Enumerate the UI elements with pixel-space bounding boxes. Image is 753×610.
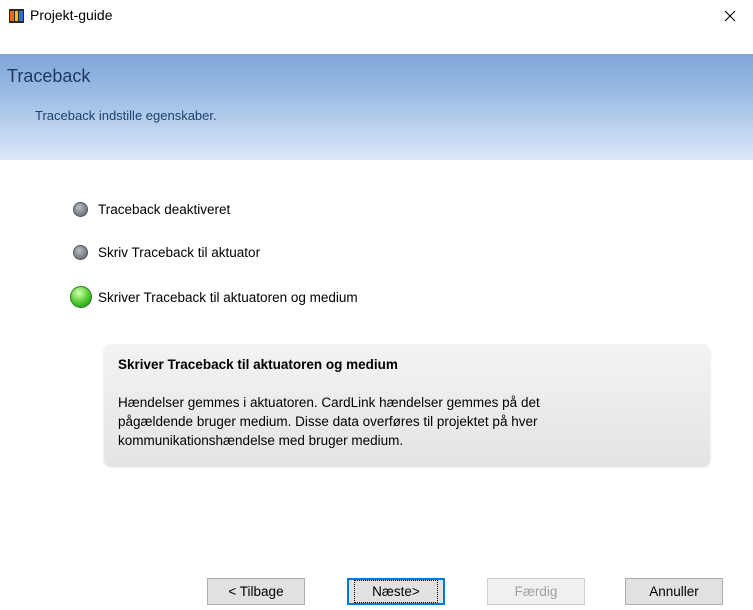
description-text: Hændelser gemmes i aktuatoren. CardLink … xyxy=(118,393,678,450)
back-button-label: < Tilbage xyxy=(228,584,284,599)
next-button-label: Næste> xyxy=(354,580,438,603)
next-button[interactable]: Næste> xyxy=(347,578,445,605)
page-title: Traceback xyxy=(7,66,91,86)
description-line: Hændelser gemmes i aktuatoren. CardLink … xyxy=(118,395,540,410)
description-line: kommunikationshændelse med bruger medium… xyxy=(118,433,404,448)
app-icon xyxy=(9,9,24,23)
option-write-to-actuator[interactable]: Skriv Traceback til aktuator xyxy=(73,245,260,260)
description-title: Skriver Traceback til aktuatoren og medi… xyxy=(118,357,398,372)
description-line: pågældende bruger medium. Disse data ove… xyxy=(118,414,538,429)
description-panel: Skriver Traceback til aktuatoren og medi… xyxy=(104,344,710,466)
title-bar: Projekt-guide xyxy=(0,0,753,31)
option-label: Skriv Traceback til aktuator xyxy=(98,245,261,260)
wizard-window: Projekt-guide Traceback Traceback indsti… xyxy=(0,0,753,610)
radio-selected-icon[interactable] xyxy=(70,286,92,308)
close-button[interactable] xyxy=(707,0,753,31)
finish-button[interactable]: Færdig xyxy=(487,578,585,605)
option-traceback-disabled[interactable]: Traceback deaktiveret xyxy=(73,202,230,217)
close-icon xyxy=(724,10,736,21)
option-label: Skriver Traceback til aktuatoren og medi… xyxy=(98,289,358,305)
back-button[interactable]: < Tilbage xyxy=(207,578,305,605)
finish-button-label: Færdig xyxy=(514,584,558,599)
radio-unselected-icon[interactable] xyxy=(73,202,88,217)
wizard-header xyxy=(0,54,753,160)
cancel-button-label: Annuller xyxy=(649,584,699,599)
radio-unselected-icon[interactable] xyxy=(73,245,88,260)
cancel-button[interactable]: Annuller xyxy=(625,578,723,605)
option-label: Traceback deaktiveret xyxy=(98,202,231,217)
page-subtitle: Traceback indstille egenskaber. xyxy=(35,108,217,123)
option-write-to-actuator-and-medium[interactable]: Skriver Traceback til aktuatoren og medi… xyxy=(70,286,358,308)
window-title: Projekt-guide xyxy=(30,7,113,23)
